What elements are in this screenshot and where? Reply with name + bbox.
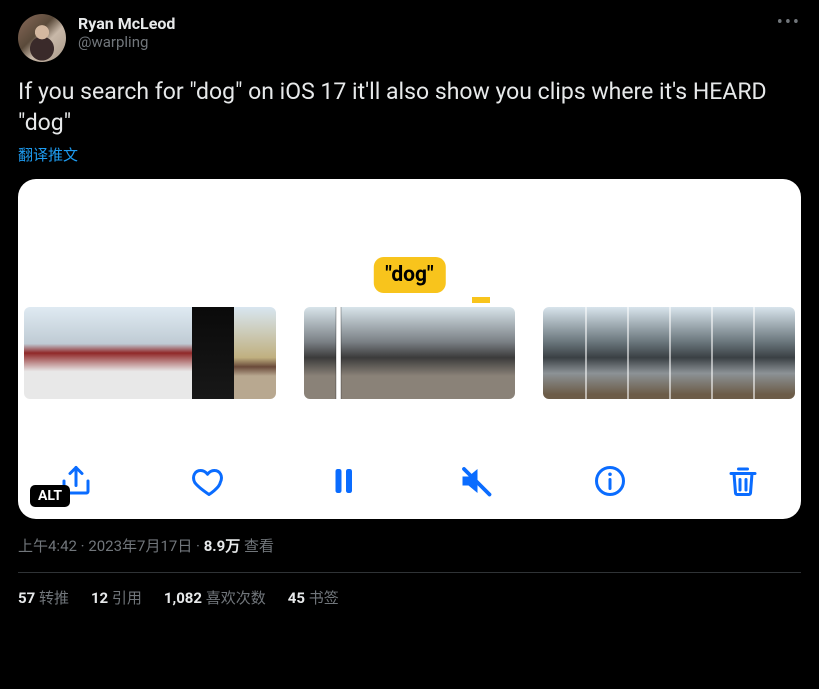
tweet-header: Ryan McLeod @warpling ••• (18, 14, 801, 62)
views-count: 8.9万 (204, 537, 241, 555)
mute-icon[interactable] (458, 463, 494, 499)
time[interactable]: 上午4:42 (18, 537, 77, 555)
tweet-text: If you search for "dog" on iOS 17 it'll … (18, 76, 801, 138)
clip-strip-3[interactable] (543, 307, 795, 399)
retweets-stat[interactable]: 57 转推 (18, 587, 69, 608)
alt-badge[interactable]: ALT (30, 485, 70, 507)
clip-strip-2[interactable] (304, 307, 514, 399)
trash-icon[interactable] (725, 463, 761, 499)
divider (18, 572, 801, 573)
media-attachment[interactable]: "dog" (18, 179, 801, 519)
media-inner: "dog" (18, 179, 801, 519)
author-names[interactable]: Ryan McLeod @warpling (78, 14, 175, 51)
video-filmstrips (18, 307, 801, 399)
caption-highlight: "dog" (373, 257, 445, 293)
heart-icon[interactable] (191, 463, 227, 499)
likes-stat[interactable]: 1,082 喜欢次数 (164, 587, 266, 608)
handle: @warpling (78, 33, 175, 51)
tweet-stats: 57 转推 12 引用 1,082 喜欢次数 45 书签 (18, 587, 801, 608)
date[interactable]: 2023年7月17日 (88, 537, 192, 555)
tweet-meta: 上午4:42 · 2023年7月17日 · 8.9万 查看 (18, 535, 801, 556)
clip-strip-1[interactable] (24, 307, 276, 399)
views-label: 查看 (240, 537, 274, 555)
avatar[interactable] (18, 14, 66, 62)
playhead[interactable] (336, 307, 341, 399)
pause-icon[interactable] (325, 463, 361, 499)
tweet-container: Ryan McLeod @warpling ••• If you search … (0, 0, 819, 622)
translate-link[interactable]: 翻译推文 (18, 144, 801, 165)
more-icon[interactable]: ••• (777, 12, 801, 33)
caption-marker (472, 297, 490, 303)
info-icon[interactable] (592, 463, 628, 499)
bookmarks-stat[interactable]: 45 书签 (288, 587, 339, 608)
quotes-stat[interactable]: 12 引用 (91, 587, 142, 608)
display-name: Ryan McLeod (78, 14, 175, 33)
media-action-row (18, 463, 801, 499)
